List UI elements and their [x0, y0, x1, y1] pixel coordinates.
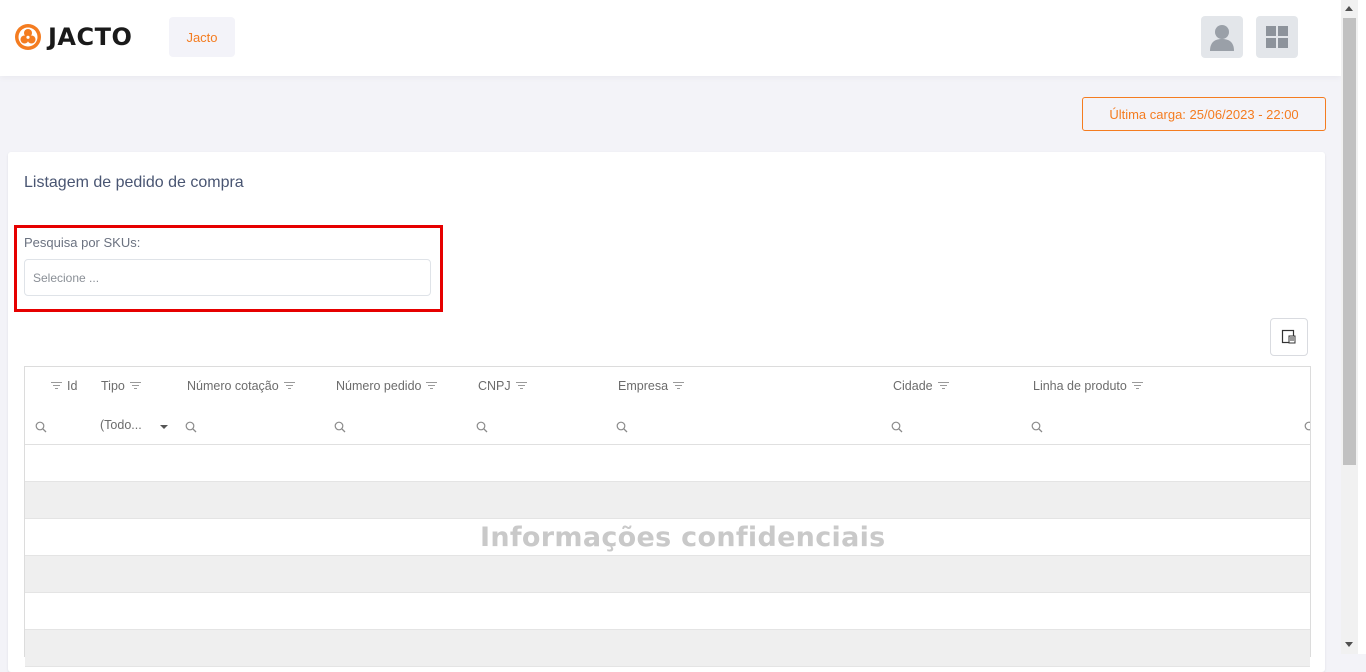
- apps-grid-icon: [1266, 26, 1288, 48]
- scrollbar-thumb[interactable]: [1343, 18, 1356, 465]
- table-row[interactable]: [25, 445, 1310, 482]
- filter-icon[interactable]: [283, 382, 295, 390]
- logo-text: JACTO: [48, 23, 133, 51]
- column-header-id[interactable]: Id: [51, 379, 77, 393]
- export-columns-icon: [1281, 329, 1296, 344]
- logo[interactable]: JACTO: [14, 23, 132, 51]
- column-header-linha-de-produto[interactable]: Linha de produto: [1033, 379, 1143, 393]
- confidential-watermark: Informações confidenciais: [480, 522, 886, 553]
- table-row[interactable]: [25, 593, 1310, 630]
- orders-grid: Id Tipo Número cotação Número pedido CNP…: [24, 366, 1311, 667]
- column-header-tipo[interactable]: Tipo: [101, 379, 141, 393]
- search-icon[interactable]: [334, 421, 346, 433]
- column-header-numero-pedido[interactable]: Número pedido: [336, 379, 438, 393]
- table-row[interactable]: [25, 556, 1310, 593]
- grid-filter-row: (Todo...: [25, 408, 1310, 445]
- column-header-numero-cotacao[interactable]: Número cotação: [187, 379, 295, 393]
- highlight-annotation-box: [14, 225, 443, 312]
- apps-menu-button[interactable]: [1256, 16, 1298, 58]
- type-filter-select[interactable]: (Todo...: [100, 418, 142, 432]
- search-icon[interactable]: [891, 421, 903, 433]
- last-load-badge: Última carga: 25/06/2023 - 22:00: [1082, 97, 1326, 131]
- scroll-down-arrow-icon[interactable]: [1345, 642, 1353, 647]
- page-title: Listagem de pedido de compra: [24, 174, 244, 191]
- chevron-down-icon[interactable]: [160, 425, 168, 429]
- search-icon[interactable]: [1304, 421, 1310, 433]
- filter-icon[interactable]: [937, 382, 949, 390]
- table-row[interactable]: [25, 630, 1310, 667]
- export-button[interactable]: [1270, 318, 1308, 356]
- top-bar: JACTO Jacto: [0, 0, 1341, 76]
- search-icon[interactable]: [476, 421, 488, 433]
- filter-icon[interactable]: [426, 382, 438, 390]
- search-icon[interactable]: [185, 421, 197, 433]
- user-avatar-icon: [1210, 25, 1234, 51]
- filter-icon[interactable]: [515, 382, 527, 390]
- search-icon[interactable]: [616, 421, 628, 433]
- company-selector[interactable]: Jacto: [169, 17, 235, 57]
- column-header-cidade[interactable]: Cidade: [893, 379, 949, 393]
- filter-icon[interactable]: [673, 382, 685, 390]
- jacto-logo-icon: [15, 24, 41, 50]
- table-row[interactable]: [25, 482, 1310, 519]
- filter-icon[interactable]: [1131, 382, 1143, 390]
- grid-header-row: Id Tipo Número cotação Número pedido CNP…: [25, 367, 1310, 409]
- scroll-up-arrow-icon[interactable]: [1345, 6, 1353, 11]
- search-icon[interactable]: [1031, 421, 1043, 433]
- user-menu-button[interactable]: [1201, 16, 1243, 58]
- filter-icon[interactable]: [129, 382, 141, 390]
- column-header-cnpj[interactable]: CNPJ: [478, 379, 527, 393]
- column-header-empresa[interactable]: Empresa: [618, 379, 685, 393]
- filter-icon[interactable]: [51, 382, 62, 390]
- search-icon[interactable]: [35, 421, 47, 433]
- window-edge: [1358, 0, 1366, 654]
